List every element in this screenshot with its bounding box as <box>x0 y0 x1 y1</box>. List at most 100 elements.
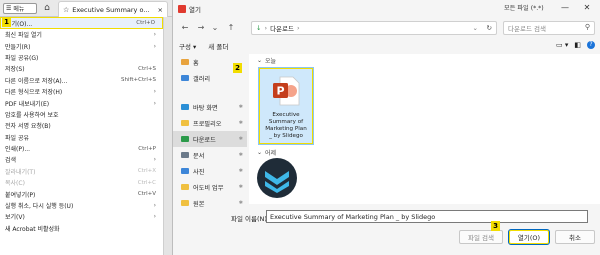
menu-item[interactable]: 열기(O)... Ctrl+O <box>0 17 163 29</box>
pin-icon: ✱ <box>238 136 243 142</box>
address-dropdown-icon[interactable]: ⌄ <box>473 24 478 32</box>
filename-input[interactable]: Executive Summary of Marketing Plan _ by… <box>266 210 588 223</box>
nav-item[interactable]: 다운로드 ✱ <box>173 131 247 147</box>
menu-item[interactable]: 다른 형식으로 저장(H) › <box>0 86 163 97</box>
pin-icon: ✱ <box>238 120 243 126</box>
menu-item[interactable]: 파일 공유 <box>0 132 163 143</box>
folder-icon <box>181 104 189 110</box>
forward-arrow-icon[interactable]: → <box>195 22 207 34</box>
star-icon[interactable]: ☆ <box>63 6 69 14</box>
group-header-label: 어제 <box>265 150 277 157</box>
back-arrow-icon[interactable]: ← <box>179 22 191 34</box>
step-badge-1: 1 <box>2 17 11 27</box>
step-badge-2: 2 <box>233 63 242 73</box>
search-box[interactable]: 다운로드 검색 ⚲ <box>503 21 595 35</box>
logo-image-file-thumbnail[interactable] <box>255 157 299 199</box>
menu-item[interactable]: 전자 서명 요청(B) <box>0 120 163 131</box>
up-arrow-icon[interactable]: ↑ <box>225 22 237 34</box>
menu-item[interactable]: 최신 파일 열기 › <box>0 29 163 40</box>
menu-item-label: 잘라내기(T) <box>5 168 36 176</box>
menu-item[interactable]: 파일 공유(G) <box>0 52 163 63</box>
menu-item-label: PDF 내보내기(E) <box>5 100 50 108</box>
minimize-icon[interactable]: — <box>555 2 575 14</box>
submenu-arrow-icon: › <box>153 213 156 221</box>
address-path: 다운로드 <box>270 25 294 33</box>
menu-item[interactable]: 복사(C) Ctrl+C <box>0 177 163 188</box>
open-button[interactable]: 열기(O) <box>508 229 550 245</box>
view-options-icon[interactable]: ▭ ▾ <box>556 41 568 49</box>
menu-item-label: 실행 취소, 다시 실행 등(U) <box>5 203 74 211</box>
file-item-name: Executive Summary of Marketing Plan _ by… <box>265 112 307 139</box>
cancel-button[interactable]: 취소 <box>555 230 595 244</box>
group-header-yesterday[interactable]: ⌄ 어제 <box>257 148 276 157</box>
document-tab-title: Executive Summary o... <box>72 5 150 14</box>
refresh-icon[interactable]: ↻ <box>487 24 492 32</box>
acrobat-app-icon <box>178 4 186 13</box>
menu-item[interactable]: 다른 이름으로 저장(A)... Shift+Ctrl+S <box>0 75 163 86</box>
nav-item-label: 갤러리 <box>193 75 211 83</box>
nav-item[interactable]: 원본 ✱ <box>173 195 247 211</box>
file-search-button[interactable]: 파일 검색 <box>459 230 503 244</box>
menu-item[interactable]: 새 Acrobat 비활성화 <box>0 223 163 234</box>
nav-item[interactable]: 문서 ✱ <box>173 147 247 163</box>
recent-locations-icon[interactable]: ⌄ <box>209 22 221 34</box>
menu-item-label: 검색 <box>5 157 17 165</box>
menu-item-label: 최신 파일 열기 <box>5 32 42 40</box>
folder-icon <box>181 184 189 190</box>
group-header-today[interactable]: ⌄ 오늘 <box>257 56 276 65</box>
new-folder-button[interactable]: 새 폴더 <box>208 41 228 51</box>
menu-item[interactable]: PDF 내보내기(E) › <box>0 97 163 108</box>
search-input[interactable]: 다운로드 검색 <box>508 23 546 33</box>
close-icon[interactable]: ✕ <box>577 2 597 14</box>
menu-item[interactable]: 저장(S) Ctrl+S <box>0 63 163 74</box>
nav-item-label: 다운로드 <box>193 136 216 144</box>
nav-item[interactable]: 사진 ✱ <box>173 163 247 179</box>
menu-item-shortcut: Ctrl+S <box>138 65 156 72</box>
menu-item-shortcut: Ctrl+V <box>137 191 156 198</box>
pin-icon: ✱ <box>238 200 243 206</box>
preview-pane-icon[interactable]: ◧ <box>574 41 581 49</box>
menu-item[interactable]: 보기(V) › <box>0 211 163 222</box>
nav-item[interactable]: 바탕 화면 ✱ <box>173 99 247 115</box>
menu-item-label: 인쇄(P)... <box>5 146 31 154</box>
folder-icon <box>181 136 189 142</box>
menu-item[interactable]: 실행 취소, 다시 실행 등(U) › <box>0 200 163 211</box>
menu-item-label: 다른 이름으로 저장(A)... <box>5 77 68 85</box>
navigation-bar: ← → ⌄ ↑ ↓ › 다운로드 › ⌄ ↻ 다운로드 검색 ⚲ <box>173 17 600 39</box>
menu-item-label: 파일 공유 <box>5 134 29 142</box>
menu-item-shortcut: Ctrl+X <box>137 168 156 175</box>
nav-item-label: 프로필리오 <box>193 120 222 128</box>
menu-item[interactable]: 검색 › <box>0 154 163 165</box>
folder-icon <box>181 152 189 158</box>
dialog-button-row: 파일 검색 열기(O) 취소 <box>173 226 600 254</box>
menu-item-label: 전자 서명 요청(B) <box>5 123 51 131</box>
menu-button[interactable]: ☰ 메뉴 <box>3 3 37 14</box>
document-tab[interactable]: ☆ Executive Summary o... × <box>58 1 168 17</box>
menu-item[interactable]: 붙여넣기(P) Ctrl+V <box>0 188 163 199</box>
menu-item-shortcut: Shift+Ctrl+S <box>121 77 156 84</box>
file-type-filter[interactable]: 모든 파일 (*.*) <box>504 3 544 12</box>
close-tab-icon[interactable]: × <box>158 6 163 14</box>
organize-button[interactable]: 구성 ▾ <box>179 41 196 51</box>
menu-item[interactable]: 암호를 사용하여 보호 <box>0 109 163 120</box>
menu-item[interactable]: 만들기(R) › <box>0 40 163 51</box>
submenu-arrow-icon: › <box>153 156 156 164</box>
home-icon[interactable]: ⌂ <box>40 3 54 14</box>
menu-item[interactable]: 인쇄(P)... Ctrl+P <box>0 143 163 154</box>
help-icon[interactable]: ? <box>587 41 595 49</box>
menu-item[interactable]: 잘라내기(T) Ctrl+X <box>0 166 163 177</box>
nav-item[interactable]: 어도비 업무 ✱ <box>173 179 247 195</box>
menu-item-label: 암호를 사용하여 보호 <box>5 111 59 119</box>
nav-item[interactable]: 프로필리오 ✱ <box>173 115 247 131</box>
address-bar[interactable]: ↓ › 다운로드 › ⌄ ↻ <box>251 21 497 35</box>
dialog-title: 열기 <box>189 5 201 14</box>
menu-item-label: 열기(O)... <box>6 20 33 28</box>
document-background <box>164 17 172 255</box>
file-item-executive-summary[interactable]: P Executive Summary of Marketing Plan _ … <box>258 67 314 145</box>
menu-item-shortcut: Ctrl+O <box>136 20 155 26</box>
menu-item-label: 새 Acrobat 비활성화 <box>5 225 60 233</box>
menu-button-label: 메뉴 <box>13 6 25 13</box>
folder-icon <box>181 59 189 65</box>
pin-icon: ✱ <box>238 152 243 158</box>
pin-icon: ✱ <box>238 184 243 190</box>
